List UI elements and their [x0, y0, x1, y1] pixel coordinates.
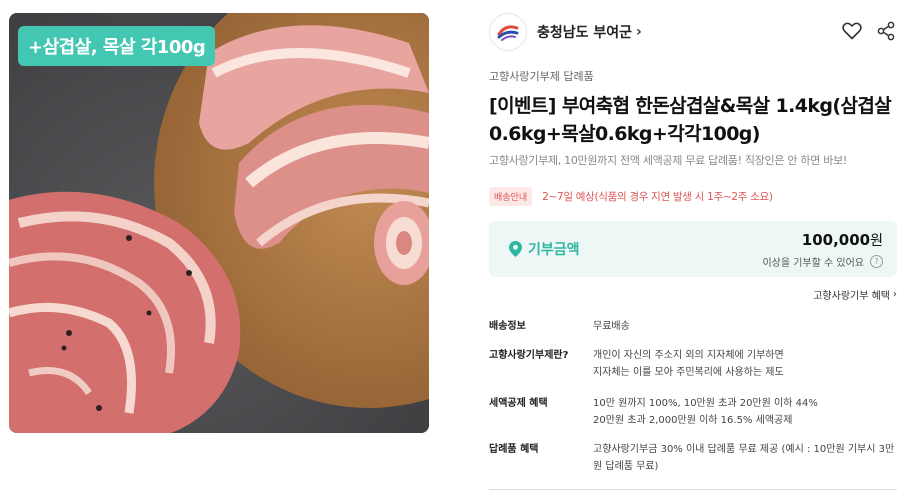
info-value-line: 20만원 초과 2,000만원 이하 16.5% 세액공제 [593, 415, 793, 426]
info-value-line: 10만 원까지 100%, 10만원 초과 20만원 이하 44% [593, 398, 818, 409]
product-title: [이벤트] 부여축협 한돈삼겹살&목살 1.4kg(삼겹살 0.6kg+목살0.… [489, 95, 892, 145]
benefit-link-label: 고향사랑기부 혜택 [813, 291, 890, 302]
info-value: 무료배송 [593, 318, 630, 335]
donation-box: 기부금액 100,000원 이상을 기부할 수 있어요 ? [489, 221, 897, 277]
chevron-right-icon: › [893, 289, 897, 300]
seller-name: 충청남도 부여군 [537, 25, 633, 41]
info-row-tax: 세액공제 혜택 10만 원까지 100%, 10만원 초과 20만원 이하 44… [489, 395, 818, 429]
delivery-badge: 배송안내 [489, 187, 533, 206]
donation-label-text: 기부금액 [528, 242, 580, 258]
location-pin-icon [509, 241, 522, 257]
info-value: 개인이 자신의 주소지 외의 지자체에 기부하면 지자체는 이를 모아 주민복리… [593, 347, 784, 381]
product-subtitle: 고향사랑기부제, 10만원까지 전액 세액공제 무료 답례품! 직장인은 안 하… [489, 154, 848, 167]
donation-note: 이상을 기부할 수 있어요 ? [762, 254, 883, 269]
share-icon[interactable] [875, 20, 897, 42]
promo-badge: +삼겹살, 목살 각100g [18, 26, 216, 66]
divider [489, 489, 897, 490]
info-value-line: 무료배송 [593, 321, 630, 332]
donation-label: 기부금액 [509, 239, 580, 259]
seller-name-link[interactable]: 충청남도 부여군 › [537, 22, 642, 42]
donation-amount-unit: 원 [870, 233, 883, 249]
info-row-shipping: 배송정보 무료배송 [489, 318, 630, 335]
benefit-link[interactable]: 고향사랑기부 혜택 › [813, 287, 897, 302]
donation-note-text: 이상을 기부할 수 있어요 [762, 258, 864, 269]
info-value: 고향사랑기부금 30% 이내 답례품 무료 제공 (예시 : 10만원 기부시 … [593, 441, 894, 475]
pork-meat-photo [9, 13, 429, 433]
info-row-program: 고향사랑기부제란? 개인이 자신의 주소지 외의 지자체에 기부하면 지자체는 … [489, 347, 784, 381]
product-actions [841, 20, 897, 42]
info-key: 답례품 혜택 [489, 444, 539, 455]
heart-icon[interactable] [841, 20, 863, 42]
info-row-gift: 답례품 혜택 고향사랑기부금 30% 이내 답례품 무료 제공 (예시 : 10… [489, 441, 894, 475]
chevron-right-icon: › [636, 24, 642, 40]
info-value-line: 원 답례품 무료) [593, 461, 659, 472]
donation-amount-value: 100,000 [801, 231, 871, 249]
buyeo-county-logo-icon[interactable] [489, 13, 527, 51]
seller-row[interactable]: 충청남도 부여군 › [489, 13, 897, 51]
info-key: 고향사랑기부제란? [489, 350, 569, 361]
product-category: 고향사랑기부제 답례품 [489, 70, 594, 83]
info-value: 10만 원까지 100%, 10만원 초과 20만원 이하 44% 20만원 초… [593, 395, 818, 429]
help-icon[interactable]: ? [870, 255, 883, 268]
delivery-row: 배송안내 2~7일 예상(식품의 경우 지연 발생 시 1주~2주 소요) [489, 187, 773, 206]
info-key: 배송정보 [489, 321, 526, 332]
product-image: +삼겹살, 목살 각100g [9, 13, 429, 433]
info-value-line: 지자체는 이를 모아 주민복리에 사용하는 제도 [593, 367, 784, 378]
info-key: 세액공제 혜택 [489, 398, 548, 409]
info-value-line: 고향사랑기부금 30% 이내 답례품 무료 제공 (예시 : 10만원 기부시 … [593, 444, 895, 455]
info-value-line: 개인이 자신의 주소지 외의 지자체에 기부하면 [593, 350, 784, 361]
donation-amount: 100,000원 [802, 230, 883, 250]
delivery-estimate: 2~7일 예상(식품의 경우 지연 발생 시 1주~2주 소요) [542, 191, 773, 203]
